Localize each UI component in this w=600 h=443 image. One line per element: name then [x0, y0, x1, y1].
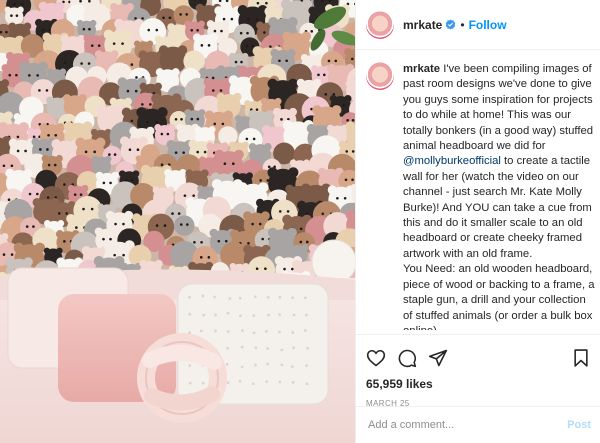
action-bar: 65,959 likes MARCH 25: [356, 334, 600, 408]
comment-icon[interactable]: [397, 348, 417, 368]
separator-dot: •: [460, 17, 465, 32]
caption-username[interactable]: mrkate: [403, 63, 440, 75]
instagram-post: mrkate • Follow mrkate I've been compili…: [0, 0, 600, 443]
caption-text: mrkate I've been compiling images of pas…: [403, 62, 595, 330]
verified-badge-icon: [446, 19, 456, 30]
post-header: mrkate • Follow: [356, 0, 600, 50]
caption-body-2: to create a tactile wall for her (watch …: [403, 155, 595, 330]
heart-icon[interactable]: [366, 348, 386, 368]
post-comment-button[interactable]: Post: [567, 419, 591, 431]
caption: mrkate I've been compiling images of pas…: [366, 62, 596, 330]
avatar[interactable]: [366, 10, 394, 39]
caption-avatar[interactable]: [366, 62, 394, 90]
post-side-panel: mrkate • Follow mrkate I've been compili…: [355, 0, 600, 443]
username-link[interactable]: mrkate: [403, 18, 442, 32]
comment-box: Post: [356, 406, 600, 443]
follow-button[interactable]: Follow: [469, 18, 507, 32]
plush-wall: [0, 0, 355, 305]
caption-body-1: I've been compiling images of past room …: [403, 63, 596, 153]
stuffed-animal-headboard-image: [0, 0, 355, 443]
share-icon[interactable]: [428, 348, 448, 368]
post-photo[interactable]: [0, 0, 355, 443]
bookmark-icon[interactable]: [571, 348, 591, 368]
likes-count[interactable]: 65,959 likes: [366, 377, 591, 391]
comment-input[interactable]: [366, 418, 568, 432]
mention-link[interactable]: @mollyburkeofficial: [403, 155, 501, 167]
